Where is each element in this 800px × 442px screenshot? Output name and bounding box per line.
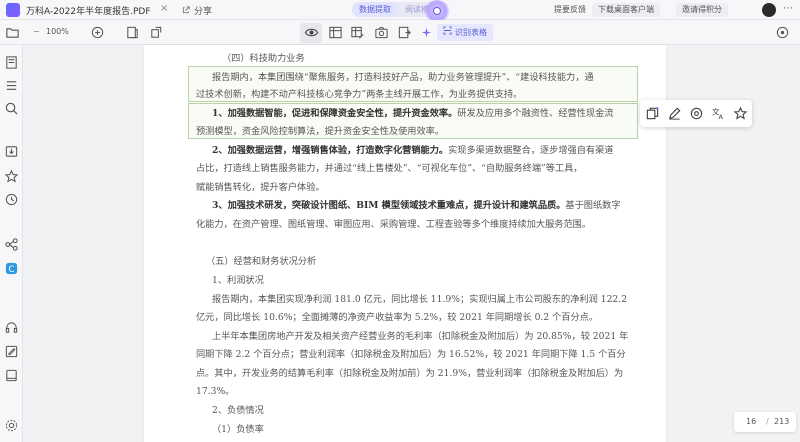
ai-assistant-icon[interactable] — [775, 25, 790, 40]
bold-text: 2、加强数据运营，增强销售体验，打造数字化营销能力。 — [212, 145, 449, 156]
close-tab-icon[interactable]: × — [160, 3, 168, 14]
folder-icon[interactable] — [5, 25, 20, 40]
recognize-table-label: 识别表格 — [455, 28, 487, 37]
paragraph-line[interactable]: 2、加强数据运营，增强销售体验，打造数字化营销能力。实现多渠道数据整合，逐步增强… — [212, 142, 613, 156]
paragraph-line[interactable]: 化能力，在资产管理、图纸管理、审图应用、采购管理、工程查验等多个维度持续加大服务… — [196, 216, 591, 230]
recognize-table-button[interactable]: 识别表格 — [437, 24, 493, 41]
share-button[interactable]: 分享 — [182, 4, 212, 17]
book-icon[interactable] — [4, 368, 19, 383]
subheading: 2、负债情况 — [212, 405, 264, 416]
paragraph-line[interactable]: 点。其中，开发业务的结算毛利率（扣除税金及附加前）为 21.9%，营业利润率（扣… — [196, 365, 623, 379]
section-heading-4: （四）科技助力业务 — [222, 53, 305, 64]
current-page[interactable]: 16 — [746, 412, 756, 432]
bold-text: 1、加强数据智能，促进和保障资金安全性，提升资金效率。 — [212, 108, 458, 119]
normal-text: 基于图纸数字 — [565, 200, 621, 211]
sparkle-icon[interactable] — [419, 25, 434, 40]
normal-text: 研发及应用多个融资性、经营性现金流 — [457, 108, 614, 119]
toolbar: − 100% 识别表格 — [0, 20, 800, 45]
paragraph-line[interactable]: 上半年本集团房地产开发及相关资产经营业务的毛利率（扣除税金及附加后）为 20.8… — [212, 328, 628, 342]
app-logo-icon — [6, 3, 20, 17]
share-icon — [182, 5, 191, 17]
history-icon[interactable] — [4, 192, 19, 207]
app-plugin-icon[interactable]: C — [4, 261, 19, 276]
star-icon[interactable] — [4, 169, 19, 184]
cursor-highlight — [424, 0, 450, 22]
fit-page-icon[interactable] — [125, 25, 140, 40]
zoom-in-icon[interactable] — [90, 25, 105, 40]
normal-text: 实现多渠道数据整合，逐步增强自有渠道 — [448, 145, 614, 156]
note-edit-icon[interactable] — [4, 344, 19, 359]
thumbnail-icon[interactable] — [4, 55, 19, 70]
subheading: （1）负债率 — [212, 424, 264, 435]
headset-icon[interactable] — [4, 320, 19, 335]
search-icon[interactable] — [4, 101, 19, 116]
settings-icon[interactable] — [4, 418, 19, 433]
paragraph-line[interactable]: 预测模型，资金风险控制算法，提升资金安全性及使用效率。 — [196, 123, 444, 137]
copy-icon[interactable] — [645, 106, 660, 121]
star-icon[interactable] — [733, 106, 748, 121]
outline-icon[interactable] — [4, 78, 19, 93]
selection-action-popup: 文A — [640, 100, 752, 127]
tab-data-extract[interactable]: 数据提取 — [352, 2, 398, 17]
rotate-icon[interactable] — [149, 25, 164, 40]
bold-text: 3、加强技术研发，突破设计图纸、BIM 模型领域技术重难点，提升设计和建筑品质。 — [212, 200, 566, 211]
title-bar: 万科A-2022年半年度报告.PDF × 分享 数据提取 阅读模式 提要反馈 下… — [0, 0, 800, 22]
paragraph-line[interactable]: 过技术创新，构建不动产科技核心竞争力”两条主线开展工作，为业务提供支持。 — [196, 86, 522, 100]
paragraph-line[interactable]: 17.3%。 — [196, 383, 234, 397]
paragraph-line[interactable]: 报告期内，本集团围绕“聚焦服务，打造科技好产品，助力业务管理提升”、“建设科技能… — [212, 69, 594, 83]
edit-icon[interactable] — [667, 106, 682, 121]
feedback-link[interactable]: 提要反馈 — [554, 4, 586, 15]
subheading: 1、利润状况 — [212, 275, 264, 286]
window-menu-icon[interactable]: ⋯ — [783, 3, 793, 14]
table-edit-icon[interactable] — [350, 25, 365, 40]
zoom-level[interactable]: 100% — [46, 27, 69, 36]
paragraph-line[interactable]: 赋能销售转化，提升客户体验。 — [196, 179, 325, 193]
paragraph-line[interactable]: 3、加强技术研发，突破设计图纸、BIM 模型领域技术重难点，提升设计和建筑品质。… — [212, 197, 621, 211]
total-pages: 213 — [774, 417, 790, 426]
svg-text:C: C — [9, 264, 15, 274]
paragraph-line[interactable]: 报告期内，本集团实现净利润 181.0 亿元，同比增长 11.9%；实现归属上市… — [212, 291, 627, 305]
paragraph-line[interactable]: 同期下降 2.2 个百分点；营业利润率（扣除税金及附加后）为 16.52%，较 … — [196, 346, 626, 360]
export-icon[interactable] — [397, 25, 412, 40]
left-sidebar: C — [0, 45, 23, 442]
paragraph-line[interactable]: 1、加强数据智能，促进和保障资金安全性，提升资金效率。研发及应用多个融资性、经营… — [212, 105, 613, 119]
screenshot-icon[interactable] — [374, 25, 389, 40]
avatar[interactable] — [762, 3, 776, 17]
download-client-button[interactable]: 下载桌面客户端 — [592, 3, 660, 17]
invite-button[interactable]: 邀请得积分 — [676, 3, 728, 17]
translate-icon[interactable]: 文A — [711, 106, 726, 121]
share-label: 分享 — [194, 7, 213, 17]
cursor-icon — [433, 7, 441, 15]
svg-text:A: A — [719, 113, 724, 121]
zoom-out-icon[interactable]: − — [33, 27, 40, 36]
page-indicator[interactable]: 16 / 213 — [734, 412, 796, 432]
page-separator: / — [766, 417, 769, 426]
scan-icon — [443, 24, 452, 41]
document-page: （四）科技助力业务 报告期内，本集团围绕“聚焦服务，打造科技好产品，助力业务管理… — [144, 45, 666, 442]
download-icon[interactable] — [4, 144, 19, 159]
ocr-icon[interactable] — [689, 106, 704, 121]
mindmap-icon[interactable] — [4, 237, 19, 252]
paragraph-line[interactable]: 占比，打造线上销售服务能力，并通过“线上售楼处”、“可视化车位”、“自助服务终端… — [196, 160, 583, 174]
paragraph-line[interactable]: 亿元，同比增长 10.6%；全面摊薄的净资产收益率为 5.2%，较 2021 年… — [196, 309, 598, 323]
section-heading-5: （五）经营和财务状况分析 — [206, 256, 317, 267]
eye-icon[interactable] — [304, 25, 319, 40]
file-title: 万科A-2022年半年度报告.PDF — [26, 7, 151, 17]
table-extract-icon[interactable] — [328, 25, 343, 40]
